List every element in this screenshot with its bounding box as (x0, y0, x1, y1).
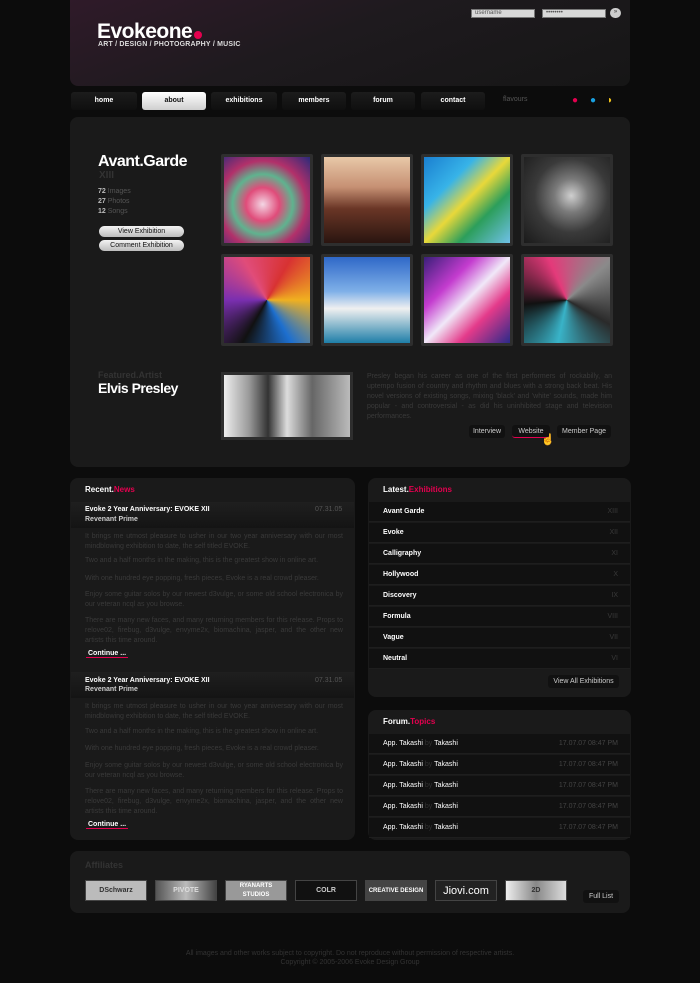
stat-images: 72 Images (98, 188, 131, 195)
affiliate-logo-colr[interactable]: COLR (295, 880, 357, 901)
news-title[interactable]: Evoke 2 Year Anniversary: EVOKE XII (85, 506, 210, 513)
featured-artist-label: Featured.Artist (98, 370, 163, 380)
forum-topic-row[interactable]: App. Takashi by Takashi 17.07.07 08:47 PM (369, 755, 630, 775)
news-paragraph: There are many new faces, and many retur… (85, 617, 343, 644)
thumbnail-2[interactable] (321, 154, 413, 246)
thumbnail-5[interactable] (221, 254, 313, 346)
forum-topic-row[interactable]: App. Takashi by Takashi 17.07.07 08:47 PM (369, 734, 630, 754)
news-paragraph: Two and a half months in the making, thi… (85, 557, 319, 564)
view-exhibition-button[interactable]: View Exhibition (99, 226, 184, 237)
exhibition-row[interactable]: Avant Garde XIII (369, 502, 630, 522)
exhibition-title: Avant.Garde (98, 153, 188, 170)
login-go-button[interactable]: » (610, 8, 621, 18)
news-paragraph: It brings me utmost pleasure to usher in… (85, 703, 343, 720)
thumbnail-8[interactable] (521, 254, 613, 346)
strawberry-icon[interactable]: ● (572, 95, 578, 106)
nav-item-contact[interactable]: contact (421, 92, 485, 110)
exhibition-row[interactable]: Discovery IX (369, 586, 630, 606)
news-author: Revenant Prime (85, 516, 138, 523)
news-paragraph: With one hundred eye popping, fresh piec… (85, 575, 319, 582)
continue-link[interactable]: Continue ... (86, 821, 129, 829)
featured-artist-bio: Presley began his career as one of the f… (367, 373, 612, 420)
thumbnail-4[interactable] (521, 154, 613, 246)
nav-item-exhibitions[interactable]: exhibitions (211, 92, 277, 110)
flavours-label: flavours (503, 96, 528, 103)
news-item-header (71, 672, 354, 698)
exhibition-row[interactable]: Neutral VI (369, 649, 630, 669)
nav-item-home[interactable]: home (71, 92, 137, 110)
nav-item-about[interactable]: about (142, 92, 206, 110)
thumbnail-1[interactable] (221, 154, 313, 246)
news-paragraph: Enjoy some guitar solos by our newest d3… (85, 762, 343, 779)
site-tagline: ART / DESIGN / PHOTOGRAPHY / MUSIC (98, 41, 241, 48)
featured-artist-name: Elvis Presley (98, 380, 178, 396)
affiliate-logo-jiovi[interactable]: Jiovi.com (435, 880, 497, 901)
password-input[interactable]: •••••••• (542, 9, 606, 18)
news-date: 07.31.05 (315, 677, 343, 684)
news-title[interactable]: Evoke 2 Year Anniversary: EVOKE XII (85, 677, 210, 684)
interview-button[interactable]: Interview (469, 425, 505, 438)
full-list-button[interactable]: Full List (583, 890, 619, 903)
exhibition-row[interactable]: Formula VIII (369, 607, 630, 627)
view-all-exhibitions-button[interactable]: View All Exhibitions (548, 675, 619, 688)
affiliate-logo-creative-design[interactable]: CREATIVE DESIGN (365, 880, 427, 901)
news-paragraph: With one hundred eye popping, fresh piec… (85, 745, 319, 752)
stat-songs: 12 Songs (98, 208, 128, 215)
news-author: Revenant Prime (85, 686, 138, 693)
exhibition-row[interactable]: Calligraphy XI (369, 544, 630, 564)
forum-topics-title: Forum.Topics (383, 717, 436, 726)
footer-copyright: Copyright © 2005-2006 Evoke Design Group (280, 959, 420, 966)
featured-artist-photo[interactable] (221, 372, 353, 440)
thumbnail-3[interactable] (421, 154, 513, 246)
affiliates-title: Affiliates (85, 860, 124, 870)
forum-topic-row[interactable]: App. Takashi by Takashi 17.07.07 08:47 PM (369, 818, 630, 838)
stat-photos: 27 Photos (98, 198, 130, 205)
comment-exhibition-button[interactable]: Comment Exhibition (99, 240, 184, 251)
news-paragraph: It brings me utmost pleasure to usher in… (85, 533, 343, 550)
logo-dot-icon (194, 31, 202, 39)
affiliate-logo-ryanarts[interactable]: RYANARTS STUDIOS (225, 880, 287, 901)
member-page-button[interactable]: Member Page (557, 425, 611, 438)
footer-copyright-notice: All images and other works subject to co… (185, 950, 515, 957)
exhibition-row[interactable]: Evoke XII (369, 523, 630, 543)
forum-topic-row[interactable]: App. Takashi by Takashi 17.07.07 08:47 PM (369, 776, 630, 796)
banana-icon[interactable]: ◗ (607, 95, 613, 106)
affiliate-logo-pivote[interactable]: PIVOTE (155, 880, 217, 901)
thumbnail-6[interactable] (321, 254, 413, 346)
continue-link[interactable]: Continue ... (86, 650, 129, 658)
exhibition-number: XIII (99, 170, 115, 181)
news-paragraph: There are many new faces, and many retur… (85, 788, 343, 815)
news-paragraph: Two and a half months in the making, thi… (85, 728, 319, 735)
water-drop-icon[interactable]: ● (590, 95, 596, 106)
news-paragraph: Enjoy some guitar solos by our newest d3… (85, 591, 343, 608)
hand-cursor-icon: ☝ (541, 434, 555, 446)
nav-item-forum[interactable]: forum (351, 92, 415, 110)
forum-topic-row[interactable]: App. Takashi by Takashi 17.07.07 08:47 PM (369, 797, 630, 817)
main-nav: home about exhibitions members forum con… (70, 90, 630, 112)
thumbnail-7[interactable] (421, 254, 513, 346)
latest-exhibitions-title: Latest.Exhibitions (383, 485, 452, 494)
affiliate-logo-2d[interactable]: 2D (505, 880, 567, 901)
username-input[interactable]: username (471, 9, 535, 18)
exhibition-row[interactable]: Hollywood X (369, 565, 630, 585)
exhibition-row[interactable]: Vague VII (369, 628, 630, 648)
nav-item-members[interactable]: members (282, 92, 346, 110)
recent-news-title: Recent.News (85, 485, 135, 494)
affiliate-logo-dschwarz[interactable]: DSchwarz (85, 880, 147, 901)
news-date: 07.31.05 (315, 506, 343, 513)
